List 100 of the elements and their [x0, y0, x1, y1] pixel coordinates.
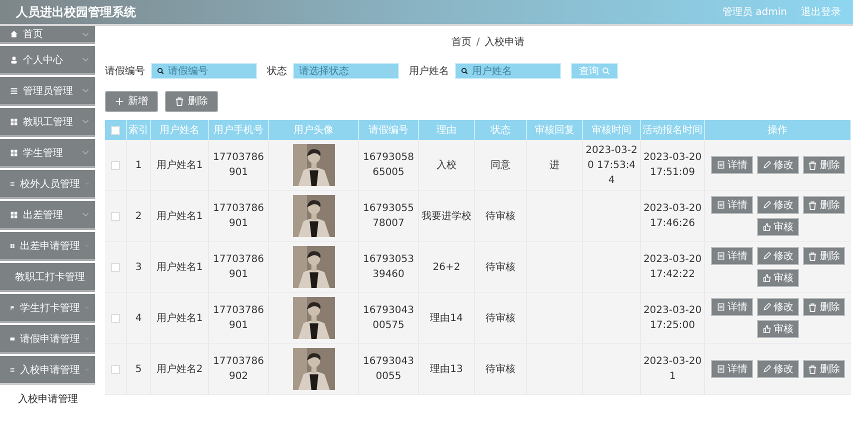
- chevron-down-icon: [82, 150, 89, 155]
- document-icon: [716, 303, 724, 311]
- chevron-down-icon: [82, 119, 89, 124]
- audit-button[interactable]: 审核: [757, 269, 799, 287]
- detail-button[interactable]: 详情: [711, 298, 753, 316]
- sidebar-item[interactable]: 教职工打卡管理: [0, 263, 95, 292]
- pencil-icon: [762, 303, 770, 311]
- column-header: 操作: [705, 120, 851, 140]
- delete-button[interactable]: 删除: [803, 247, 845, 265]
- search-icon: [461, 67, 468, 75]
- breadcrumb-separator: /: [476, 36, 480, 48]
- row-checkbox[interactable]: [111, 212, 120, 220]
- table-cell: 入校: [419, 140, 475, 191]
- field-label: 用户姓名: [409, 64, 449, 78]
- pencil-icon: [762, 252, 770, 260]
- sidebar-item[interactable]: 学生管理: [0, 139, 95, 168]
- list-icon: [10, 366, 15, 374]
- table-cell: 2023-03-20 17:46:26: [641, 191, 705, 242]
- table-cell: 待审核: [475, 344, 527, 395]
- delete-button[interactable]: 删除: [803, 156, 845, 174]
- column-header: 审核回复: [527, 120, 583, 140]
- table-cell: 待审核: [475, 293, 527, 344]
- thumb-icon: [762, 274, 770, 282]
- row-checkbox[interactable]: [111, 364, 120, 374]
- select-all-checkbox[interactable]: [111, 126, 120, 134]
- trash-icon: [175, 96, 184, 106]
- sidebar-item[interactable]: 出差申请管理: [0, 232, 95, 261]
- column-header: 用户手机号: [209, 120, 269, 140]
- chevron-down-icon: [82, 212, 89, 217]
- sidebar-item[interactable]: 请假申请管理: [0, 325, 95, 354]
- row-checkbox[interactable]: [111, 314, 120, 322]
- detail-button[interactable]: 详情: [711, 360, 753, 378]
- plus-icon: [115, 96, 124, 106]
- field-label: 状态: [267, 64, 287, 78]
- table-cell: 用户姓名2: [151, 344, 209, 395]
- sidebar-item[interactable]: 学生打卡管理: [0, 294, 95, 323]
- trash-icon: [808, 200, 817, 210]
- column-header: 审核时间: [583, 120, 641, 140]
- table-cell: 167930430055: [359, 344, 419, 395]
- audit-button[interactable]: 审核: [757, 320, 799, 338]
- sidebar-item[interactable]: 首页: [0, 26, 95, 44]
- grid-icon: [10, 118, 18, 126]
- table-cell: 1: [127, 140, 151, 191]
- edit-button[interactable]: 修改: [757, 360, 799, 378]
- breadcrumb-item[interactable]: 首页: [451, 35, 472, 49]
- document-icon: [716, 201, 724, 209]
- thumb-icon: [762, 223, 770, 231]
- sidebar-item[interactable]: 管理员管理: [0, 77, 95, 106]
- table-cell: 理由13: [419, 344, 475, 395]
- table-cell: 5: [127, 344, 151, 395]
- column-header: 理由: [419, 120, 475, 140]
- edit-button[interactable]: 修改: [757, 298, 799, 316]
- table-cell: 1679305578007: [359, 191, 419, 242]
- sidebar-item[interactable]: 校外人员管理: [0, 170, 95, 199]
- edit-button[interactable]: 修改: [757, 156, 799, 174]
- delete-button[interactable]: 删除: [803, 196, 845, 214]
- field-input[interactable]: 请假编号: [168, 66, 251, 76]
- sidebar-item[interactable]: 教职工管理: [0, 108, 95, 137]
- trash-icon: [808, 302, 817, 312]
- pencil-icon: [762, 365, 770, 373]
- delete-button[interactable]: 删除: [803, 298, 845, 316]
- detail-button[interactable]: 详情: [711, 156, 753, 174]
- table-cell: 2023-03-20 17:51:09: [641, 140, 705, 191]
- audit-button[interactable]: 审核: [757, 218, 799, 236]
- sidebar-item[interactable]: 出差管理: [0, 201, 95, 230]
- delete-button[interactable]: 删除: [803, 360, 845, 378]
- status-select[interactable]: 请选择状态: [293, 63, 399, 79]
- search-field[interactable]: 请假编号: [151, 63, 257, 79]
- search-icon: [157, 67, 164, 75]
- trash-icon: [808, 252, 817, 260]
- detail-button[interactable]: 详情: [711, 196, 753, 214]
- edit-button[interactable]: 修改: [757, 247, 799, 265]
- person-icon: [10, 56, 18, 64]
- grid-icon: [10, 148, 18, 156]
- chevron-down-icon: [84, 243, 89, 248]
- row-checkbox[interactable]: [111, 262, 120, 272]
- table-cell: 待审核: [475, 191, 527, 242]
- row-checkbox[interactable]: [111, 160, 120, 170]
- field-input[interactable]: 请选择状态: [299, 66, 383, 76]
- table-cell: 2023-03-20 17:53:44: [583, 140, 641, 191]
- table-cell: 1679305339460: [359, 242, 419, 293]
- trash-icon: [808, 160, 817, 170]
- table-cell: 17703786902: [209, 344, 269, 395]
- edit-button[interactable]: 修改: [757, 196, 799, 214]
- table-cell: 17703786901: [209, 140, 269, 191]
- table-cell: 2023-03-20 17:25:00: [641, 293, 705, 344]
- add-button[interactable]: 新增: [105, 90, 158, 112]
- column-header: 索引: [127, 120, 151, 140]
- table-cell: 1679304300575: [359, 293, 419, 344]
- sidebar-item[interactable]: 个人中心: [0, 46, 95, 75]
- sidebar-item[interactable]: 入校申请管理: [0, 356, 95, 385]
- chevron-down-icon: [82, 88, 89, 93]
- table-cell: 2023-03-20 17:42:22: [641, 242, 705, 293]
- table-cell: 26+2: [419, 242, 475, 293]
- delete-button[interactable]: 删除: [165, 90, 218, 112]
- chevron-down-icon: [84, 181, 89, 186]
- detail-button[interactable]: 详情: [711, 247, 753, 265]
- table-cell: 用户姓名1: [151, 191, 209, 242]
- document-icon: [716, 252, 724, 260]
- table-cell: 用户姓名1: [151, 293, 209, 344]
